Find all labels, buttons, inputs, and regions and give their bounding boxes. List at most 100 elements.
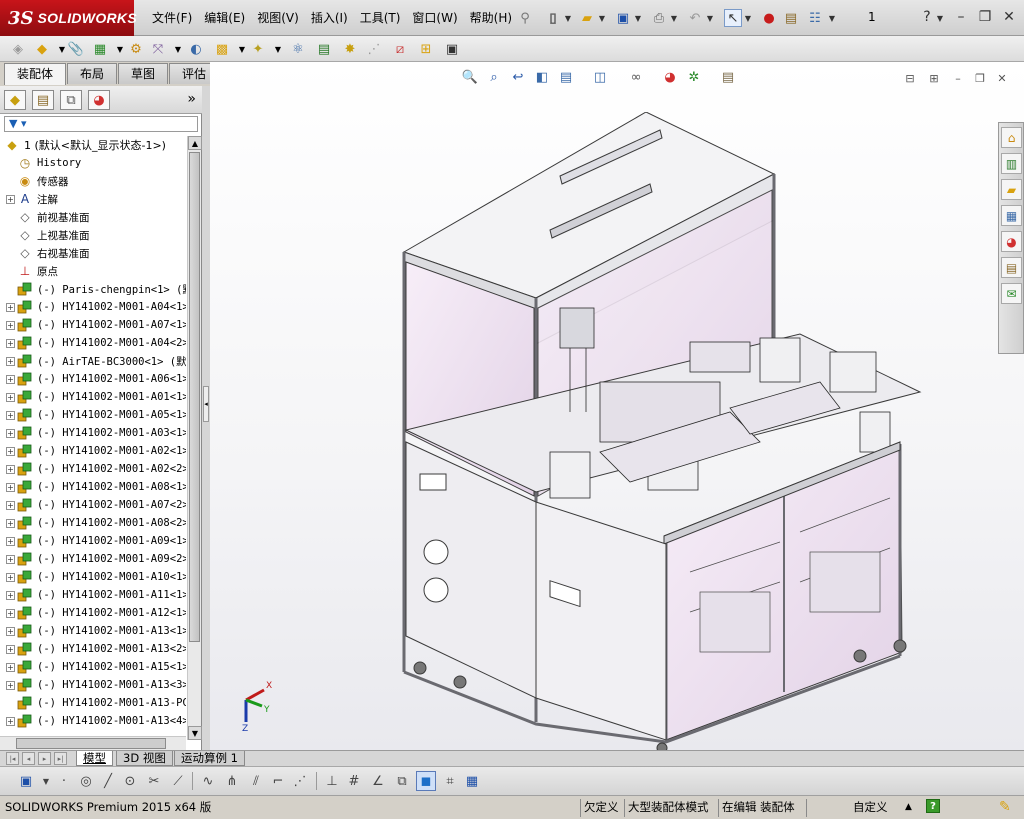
tree-component-item[interactable]: + (-) HY141002-M001-A07<1> <box>0 316 186 334</box>
expand-icon[interactable]: + <box>6 446 15 456</box>
tree-component-item[interactable]: + (-) HY141002-M001-A13<3> <box>0 676 186 694</box>
tree-item[interactable]: ◇ 上视基准面 <box>0 226 186 244</box>
tree-root-assembly[interactable]: ◆ 1 (默认<默认_显示状态-1>) <box>0 136 186 154</box>
tree-component-item[interactable]: + (-) HY141002-M001-A04<1> <box>0 298 186 316</box>
design-library-icon[interactable]: ▥ <box>1001 153 1022 174</box>
expand-icon[interactable]: + <box>6 338 15 348</box>
expand-icon[interactable]: + <box>6 644 15 654</box>
expand-icon[interactable]: + <box>6 716 15 726</box>
tree-component-item[interactable]: + (-) HY141002-M001-A05<1> <box>0 406 186 424</box>
select-icon[interactable]: ↖ <box>724 9 742 27</box>
chevron-down-icon[interactable]: ▼ <box>828 9 836 27</box>
expand-icon[interactable]: + <box>6 626 15 636</box>
tree-component-item[interactable]: + (-) HY141002-M001-A15<1> <box>0 658 186 676</box>
options-icon[interactable]: ☷ <box>806 9 824 27</box>
zoom-to-area-icon[interactable]: ⌕ <box>484 67 504 87</box>
graphics-area[interactable]: 🔍 ⌕ ↩ ◧ ▤ ◫ ∞ ◕ ✲ ▤ ⊟ ⊞ – ❐ ✕ ⌂ ▥ ▰ ▦ ◕ … <box>210 62 1024 752</box>
tree-component-item[interactable]: + (-) HY141002-M001-A08<1> <box>0 478 186 496</box>
interference-detection-icon[interactable]: ⧄ <box>390 39 410 59</box>
maximize-view-icon[interactable]: ❐ <box>972 70 988 86</box>
configurationmanager-icon[interactable]: ⧉ <box>60 90 82 110</box>
measure-icon[interactable]: ▣ <box>442 39 462 59</box>
chevron-down-icon[interactable]: ▼ <box>564 9 572 27</box>
solidworks-logo[interactable]: 3S SOLIDWORKS <box>0 0 137 36</box>
tree-item[interactable]: ◇ 前视基准面 <box>0 208 186 226</box>
expand-icon[interactable]: + <box>6 320 15 330</box>
scrollbar-thumb[interactable] <box>189 152 200 642</box>
pin-icon[interactable]: ⚲ <box>516 9 534 27</box>
tree-component-item[interactable]: + (-) AirTAE-BC3000<1> (默 <box>0 352 186 370</box>
propertymanager-icon[interactable]: ▤ <box>32 90 54 110</box>
chevron-up-icon[interactable]: ▲ <box>902 799 915 817</box>
exploded-view-icon[interactable]: ✸ <box>340 39 360 59</box>
tree-component-item[interactable]: + (-) HY141002-M001-A13<1> <box>0 622 186 640</box>
expand-icon[interactable]: + <box>6 662 15 672</box>
expand-icon[interactable]: + <box>6 356 15 366</box>
expand-icon[interactable]: + <box>6 410 15 420</box>
table-icon[interactable]: ▦ <box>462 771 482 791</box>
menu-view[interactable]: 视图(V) <box>251 9 305 27</box>
filter-icon[interactable]: ▼ ▾ <box>9 117 26 130</box>
restore-icon[interactable]: ❐ <box>976 8 994 26</box>
dynamic-annotation-icon[interactable]: ▤ <box>556 67 576 87</box>
tree-component-item[interactable]: + (-) HY141002-M001-A09<2> <box>0 550 186 568</box>
tree-item[interactable]: ◷ History <box>0 154 186 172</box>
tree-item[interactable]: ⊥ 原点 <box>0 262 186 280</box>
edit-component-icon[interactable]: ◈ <box>8 39 28 59</box>
chevron-down-icon[interactable]: ▼ <box>706 9 714 27</box>
expand-icon[interactable]: + <box>6 500 15 510</box>
view-cube-icon[interactable]: ⧉ <box>392 771 412 791</box>
menu-insert[interactable]: 插入(I) <box>305 9 354 27</box>
rapid-sketch-icon[interactable]: ⊥ <box>322 771 342 791</box>
camera-icon[interactable]: ⌗ <box>440 771 460 791</box>
edit-appearance-icon[interactable]: ◕ <box>660 67 680 87</box>
units-selector[interactable]: 自定义 <box>850 799 891 817</box>
expand-icon[interactable]: + <box>6 554 15 564</box>
file-explorer-icon[interactable]: ▰ <box>1001 179 1022 200</box>
expand-icon[interactable]: + <box>6 590 15 600</box>
chevron-down-icon[interactable]: ▼ <box>634 9 642 27</box>
tab-3d-views[interactable]: 3D 视图 <box>116 751 173 766</box>
menu-help[interactable]: 帮助(H) <box>464 9 518 27</box>
tree-component-item[interactable]: + (-) HY141002-M001-A06<1> <box>0 370 186 388</box>
more-tabs-button[interactable]: » <box>187 91 196 107</box>
assembly-3d-model[interactable] <box>400 112 960 752</box>
shaded-view-icon[interactable]: ◼ <box>416 771 436 791</box>
view-palette-icon[interactable]: ▦ <box>1001 205 1022 226</box>
new-document-icon[interactable]: ▯ <box>544 9 562 27</box>
tree-component-item[interactable]: + (-) HY141002-M001-A09<1> <box>0 532 186 550</box>
move-component-icon[interactable]: ⤧ <box>148 39 168 59</box>
expand-icon[interactable]: + <box>6 608 15 618</box>
smart-fasteners-icon[interactable]: ⚙ <box>126 39 146 59</box>
tab-assembly[interactable]: 装配体 <box>4 63 67 85</box>
menu-file[interactable]: 文件(F) <box>146 9 198 27</box>
assembly-features-icon[interactable]: ▩ <box>212 39 232 59</box>
menu-window[interactable]: 窗口(W) <box>406 9 463 27</box>
construction-icon[interactable]: ⋰ <box>290 771 310 791</box>
tree-component-item[interactable]: + (-) HY141002-M001-A10<1> <box>0 568 186 586</box>
view-orientation-icon[interactable]: ◫ <box>590 67 610 87</box>
tile-vertical-icon[interactable]: ⊞ <box>926 70 942 86</box>
tree-component-item[interactable]: + (-) HY141002-M001-A08<2> <box>0 514 186 532</box>
previous-view-icon[interactable]: ↩ <box>508 67 528 87</box>
corner-rectangle-icon[interactable]: ⌐ <box>268 771 288 791</box>
tree-component-item[interactable]: + (-) HY141002-M001-A07<2> <box>0 496 186 514</box>
quick-tips-help-icon[interactable]: ? <box>926 799 940 813</box>
trim-icon[interactable]: ✂ <box>144 771 164 791</box>
chevron-down-icon[interactable]: ▼ <box>744 9 752 27</box>
scrollbar-thumb[interactable] <box>16 738 166 749</box>
file-properties-icon[interactable]: ▤ <box>782 9 800 27</box>
display-style-icon[interactable]: ∞ <box>626 67 646 87</box>
minimize-icon[interactable]: – <box>952 8 970 26</box>
offset-icon[interactable]: ⫽ <box>246 771 266 791</box>
menu-tools[interactable]: 工具(T) <box>354 9 407 27</box>
smart-dimension-icon[interactable]: ⊙ <box>120 771 140 791</box>
tree-component-item[interactable]: + (-) HY141002-M001-A02<1> <box>0 442 186 460</box>
menu-edit[interactable]: 编辑(E) <box>198 9 251 27</box>
expand-icon[interactable]: + <box>6 302 15 312</box>
new-motion-study-icon[interactable]: ⚛ <box>288 39 308 59</box>
component-pattern-icon[interactable]: ▦ <box>90 39 110 59</box>
chevron-down-icon[interactable]: ▼ <box>936 9 944 27</box>
tree-component-item[interactable]: (-) Paris-chengpin<1> (默 <box>0 280 186 298</box>
bill-of-materials-icon[interactable]: ▤ <box>314 39 334 59</box>
